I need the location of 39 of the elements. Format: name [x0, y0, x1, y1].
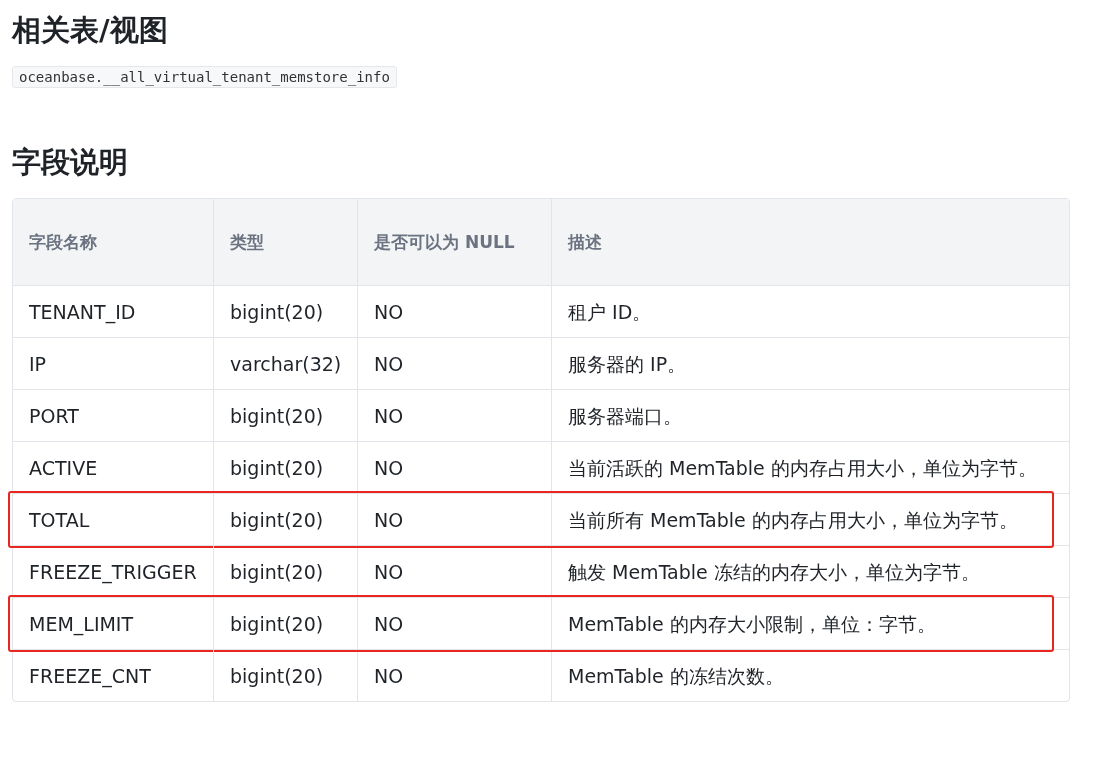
table-cell: ACTIVE	[13, 442, 214, 494]
table-cell: IP	[13, 338, 214, 390]
table-cell: 租户 ID。	[552, 286, 1069, 338]
code-snippet: oceanbase.__all_virtual_tenant_memstore_info	[12, 66, 397, 88]
table-cell: 当前所有 MemTable 的内存占用大小，单位为字节。	[552, 494, 1069, 546]
table-cell: 当前活跃的 MemTable 的内存占用大小，单位为字节。	[552, 442, 1069, 494]
table-cell: 触发 MemTable 冻结的内存大小，单位为字节。	[552, 546, 1069, 598]
table-cell: PORT	[13, 390, 214, 442]
table-cell: bigint(20)	[214, 546, 358, 598]
table-cell: NO	[358, 494, 552, 546]
column-header: 字段名称	[13, 199, 214, 286]
table-cell: NO	[358, 442, 552, 494]
table-cell: NO	[358, 390, 552, 442]
table-cell: 服务器端口。	[552, 390, 1069, 442]
table-cell: bigint(20)	[214, 286, 358, 338]
table-cell: 服务器的 IP。	[552, 338, 1069, 390]
table-cell: varchar(32)	[214, 338, 358, 390]
table-cell: bigint(20)	[214, 598, 358, 650]
table-cell: MEM_LIMIT	[13, 598, 214, 650]
table-cell: TENANT_ID	[13, 286, 214, 338]
table-cell: NO	[358, 650, 552, 701]
table-cell: MemTable 的内存大小限制，单位：字节。	[552, 598, 1069, 650]
table-cell: TOTAL	[13, 494, 214, 546]
column-header: 描述	[552, 199, 1069, 286]
section-heading: 字段说明	[12, 144, 129, 181]
table-cell: FREEZE_CNT	[13, 650, 214, 701]
table-cell-text: MemTable 的冻结次数。	[567, 663, 785, 689]
table-cell: bigint(20)	[214, 442, 358, 494]
table-cell: NO	[358, 286, 552, 338]
table-cell: bigint(20)	[214, 390, 358, 442]
table-cell: NO	[358, 598, 552, 650]
column-header: 是否可以为 NULL	[358, 199, 552, 286]
table-cell: bigint(20)	[214, 494, 358, 546]
table-cell: NO	[358, 546, 552, 598]
table-cell: FREEZE_TRIGGER	[13, 546, 214, 598]
section-heading: 相关表/视图	[12, 12, 169, 49]
table-cell: NO	[358, 338, 552, 390]
table-cell: bigint(20)	[214, 650, 358, 701]
column-header: 类型	[214, 199, 358, 286]
